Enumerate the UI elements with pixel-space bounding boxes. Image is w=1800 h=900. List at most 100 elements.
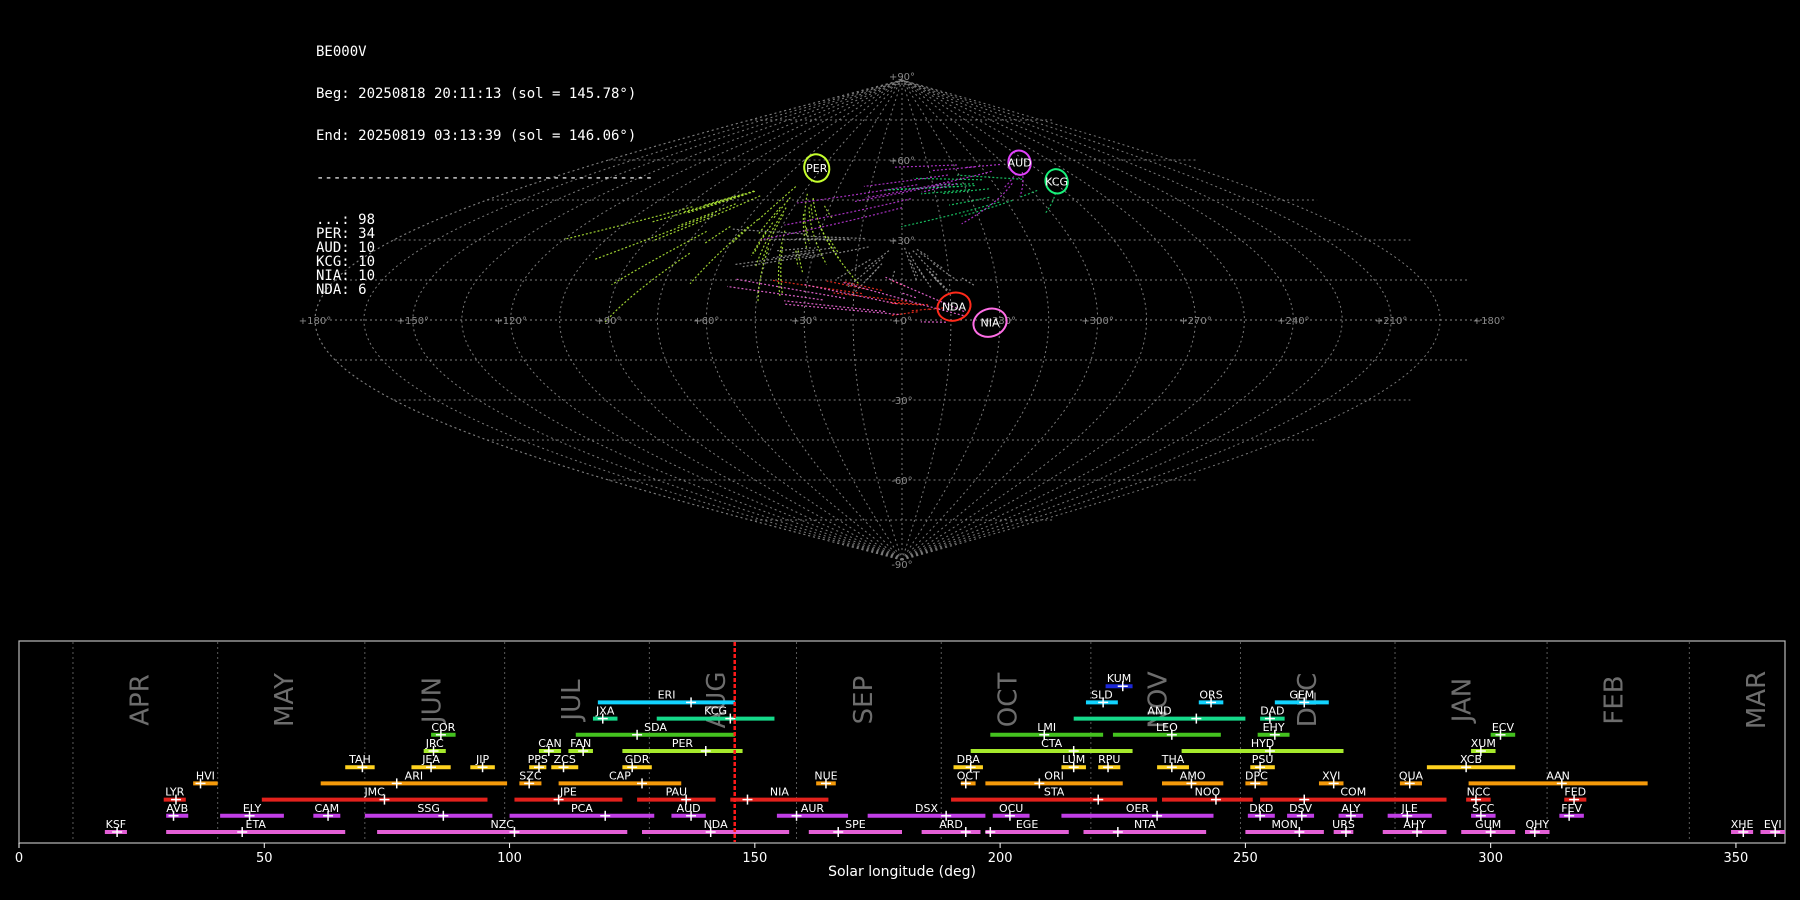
meteor-track [925,268,949,294]
shower-label: SLD [1091,688,1113,701]
shower-label: AAN [1546,769,1570,782]
meteor-track [756,186,797,222]
shower-label: PCA [571,802,593,815]
x-tick-label: 300 [1478,851,1503,866]
meteor-track [901,201,1000,228]
radiant-label: NDA [942,301,967,314]
shower-label: ARD [939,818,963,831]
shower-label: AUD [677,802,701,815]
latitude-label: -90° [891,560,912,571]
shower-label: THA [1161,753,1185,766]
shower-label: JMC [363,786,385,799]
shower-label: XVI [1322,769,1340,782]
shower-label: ELY [243,802,262,815]
longitude-label: +180° [299,316,331,327]
longitude-label: +180° [1473,316,1505,327]
meteor-track [961,199,1013,217]
begin-time: Beg: 20250818 20:11:13 (sol = 145.78°) [316,86,637,102]
shower-label: NIA [770,786,789,799]
shower-label: FED [1564,786,1586,799]
month-label: MAR [1742,671,1772,729]
meteor-track [961,277,975,286]
shower-count-list: ...: 98 PER: 34 AUD: 10 KCG: 10 NIA: 10 NDA: … [316,213,653,297]
shower-label: XHE [1731,818,1754,831]
longitude-label: +120° [494,316,526,327]
meteor-track [812,198,841,261]
shower-label: AVB [166,802,188,815]
shower-label: KUM [1107,672,1131,685]
meteor-track [847,256,884,288]
meteor-track [929,270,949,292]
x-tick-label: 0 [15,851,23,866]
shower-label: DPC [1245,769,1268,782]
meteor-track [1002,172,1017,189]
meteor-track [772,197,791,220]
shower-label: SPE [845,818,866,831]
x-tick-label: 100 [497,851,522,866]
shower-label: DSX [915,802,938,815]
shower-label: SDA [644,721,667,734]
meteor-track [948,196,990,206]
shower-label: AMO [1180,769,1206,782]
longitude-label: +240° [1277,316,1309,327]
shower-label: HYD [1251,737,1274,750]
shower-label: DKD [1249,802,1273,815]
shower-label: LMI [1037,721,1056,734]
meteor-track [904,247,918,282]
shower-label: GUM [1475,818,1501,831]
shower-label: NUE [814,769,837,782]
shower-label: COM [1340,786,1366,799]
shower-label: KSF [106,818,127,831]
meteor-track [865,170,992,199]
shower-label: RPU [1098,753,1120,766]
shower-label: COR [431,721,455,734]
shower-label: NTA [1134,818,1156,831]
month-label: FEB [1600,675,1630,724]
meteor-track [703,225,731,245]
latitude-label: +30° [889,236,915,247]
meteor-track [702,195,734,207]
shower-label: GDR [625,753,650,766]
meteor-track [841,281,912,302]
meteor-track [932,263,960,283]
meteor-track [753,222,774,255]
month-label: JAN [1448,678,1478,724]
shower-label: LYR [165,786,184,799]
shower-label: EHY [1263,721,1285,734]
station-id: BE000V [316,44,367,60]
meteor-track [1018,189,1038,199]
longitude-label: +150° [397,316,429,327]
shower-bars: KSF ETA NZC NDA SPE ARD EGE NTA MON URS AHY GUM QHY X… [104,672,1785,837]
shower-label: SSG [417,802,440,815]
radiant-label: PER [806,162,828,175]
shower-label: STA [1044,786,1065,799]
shower-label: CAN [538,737,561,750]
shower-label: PPS [528,753,548,766]
shower-label: ORS [1199,688,1222,701]
shower-label: NDA [704,818,729,831]
month-label: OCT [994,673,1024,728]
meteor-track [900,291,917,299]
shower-label: DRA [957,753,981,766]
latitude-label: +90° [889,72,915,83]
x-tick-label: 250 [1233,851,1258,866]
meteor-track [891,311,918,317]
meteor-track [652,195,761,242]
shower-label: FAN [570,737,591,750]
x-axis-label: Solar longitude (deg) [828,864,976,880]
meteor-track [833,292,907,302]
shower-label: TAH [348,753,371,766]
meteor-track [726,285,823,301]
shower-label: QUA [1399,769,1424,782]
shower-label: JEA [421,753,440,766]
shower-label: JIP [475,753,489,766]
meteor-track [920,259,939,277]
meteor-track [783,303,899,316]
meteor-track [835,246,869,254]
shower-label: ECV [1492,721,1515,734]
x-tick-label: 350 [1724,851,1749,866]
shower-label: LEO [1156,721,1178,734]
shower-count: NDA: 6 [316,282,367,298]
shower-label: EVI [1764,818,1782,831]
month-label: APR [125,674,155,726]
